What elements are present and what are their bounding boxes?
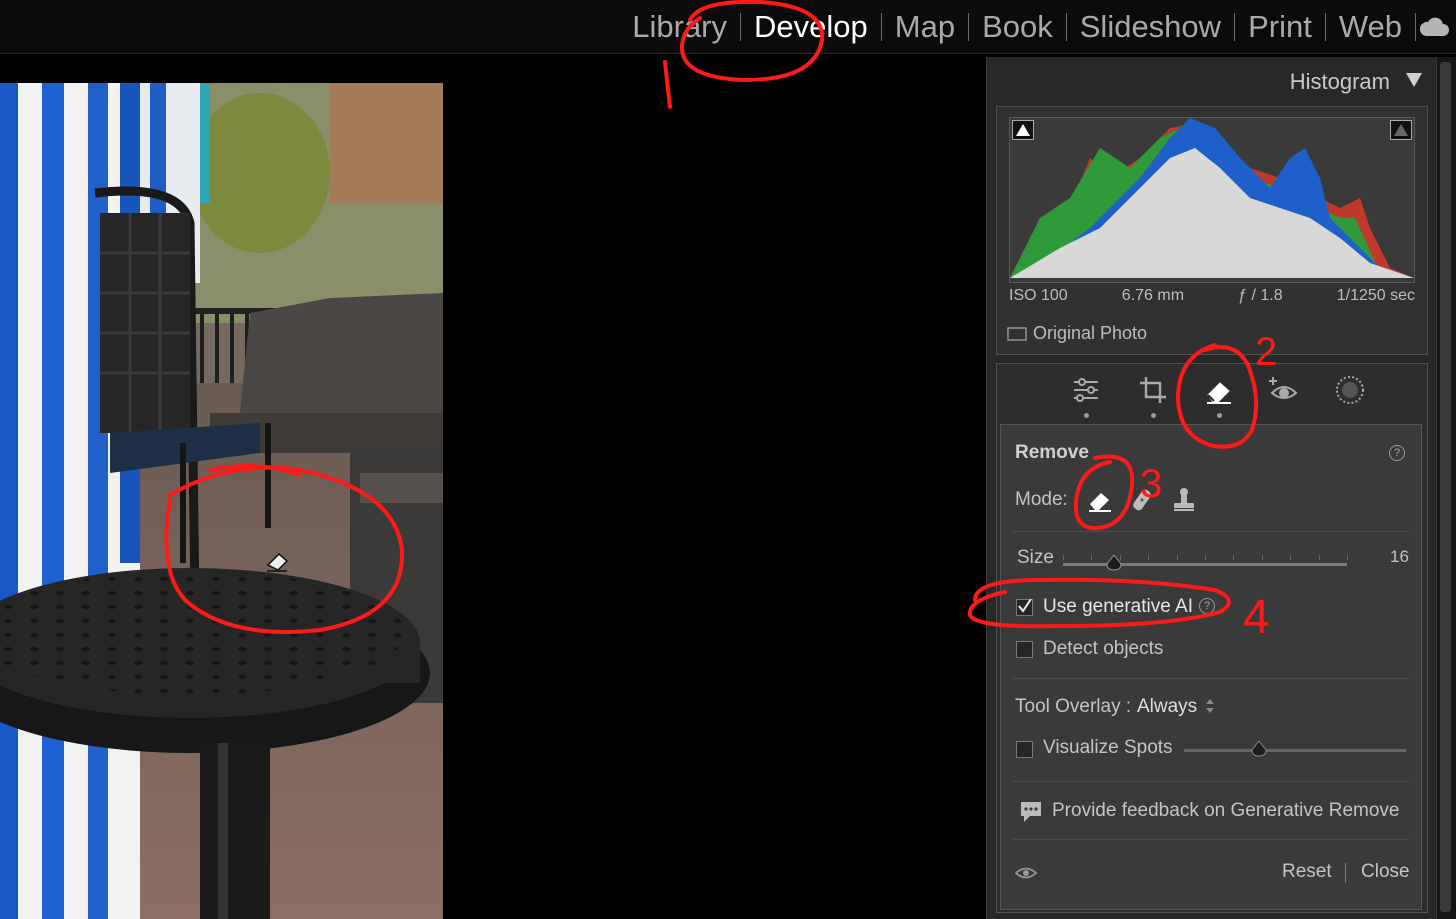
original-photo-toggle[interactable]: Original Photo <box>1007 323 1147 344</box>
visualize-spots-checkbox[interactable] <box>1016 741 1033 758</box>
slider-tick <box>1176 555 1178 560</box>
crop-icon[interactable] <box>1136 373 1170 407</box>
slider-tick <box>1290 555 1292 560</box>
masking-icon[interactable] <box>1333 373 1367 407</box>
photo-canvas[interactable] <box>0 83 443 919</box>
remove-eraser-icon[interactable] <box>1202 373 1236 407</box>
module-print[interactable]: Print <box>1235 0 1325 53</box>
photo-image <box>0 83 443 919</box>
tool-strip-panel: Remove ? Mode: Size 16 Use generative AI… <box>996 363 1428 913</box>
tool-dot <box>1151 413 1156 418</box>
eye-visibility-icon[interactable] <box>1014 865 1038 886</box>
original-photo-label: Original Photo <box>1033 323 1148 343</box>
histogram-header[interactable]: Histogram <box>987 57 1436 103</box>
tool-overlay-label: Tool Overlay : <box>1015 696 1132 717</box>
mode-label: Mode: <box>1015 489 1068 510</box>
use-generative-ai-checkbox[interactable] <box>1016 599 1033 616</box>
module-map[interactable]: Map <box>882 0 968 53</box>
button-separator <box>1345 863 1346 883</box>
reset-button[interactable]: Reset <box>1282 861 1332 883</box>
remove-panel: Remove ? Mode: Size 16 Use generative AI… <box>1000 424 1422 910</box>
visualize-spots-label[interactable]: Visualize Spots <box>1043 737 1173 759</box>
focal-length-value: 6.76 mm <box>1121 287 1185 304</box>
aperture-value: ƒ / 1.8 <box>1238 287 1283 304</box>
feedback-link[interactable]: Provide feedback on Generative Remove <box>1052 800 1399 822</box>
divider <box>1013 678 1409 679</box>
iso-value: ISO 100 <box>1009 287 1068 304</box>
divider <box>1013 839 1409 840</box>
detect-objects-checkbox[interactable] <box>1016 641 1033 658</box>
highlight-clipping-button[interactable] <box>1390 120 1412 140</box>
right-panel: Histogram ISO 100 6.76 mm ƒ / 1.8 1/1250… <box>986 57 1437 919</box>
edit-sliders-icon[interactable] <box>1069 373 1103 407</box>
module-picker-bar: Library Develop Map Book Slideshow Print… <box>0 0 1456 54</box>
size-label: Size <box>1017 547 1054 568</box>
slider-tick <box>1347 555 1348 560</box>
shutter-value: 1/1250 sec <box>1336 287 1415 304</box>
tool-dot <box>1084 413 1089 418</box>
scrollbar-thumb[interactable] <box>1440 62 1451 912</box>
module-develop[interactable]: Develop <box>741 0 881 53</box>
detect-objects-label[interactable]: Detect objects <box>1043 638 1163 660</box>
photo-frame-icon <box>1007 326 1027 341</box>
red-eye-icon[interactable] <box>1267 373 1301 407</box>
heal-mode-icon[interactable] <box>1129 487 1155 518</box>
slider-tick <box>1148 555 1150 560</box>
slider-tick <box>1063 555 1064 560</box>
histogram-graph[interactable] <box>1009 117 1415 283</box>
slider-tick <box>1261 555 1263 560</box>
module-book[interactable]: Book <box>969 0 1066 53</box>
clone-mode-icon[interactable] <box>1171 487 1197 518</box>
slider-tick <box>1318 555 1320 560</box>
cloud-icon[interactable] <box>1416 0 1452 53</box>
remove-mode-icon[interactable] <box>1087 487 1113 518</box>
module-slideshow[interactable]: Slideshow <box>1067 0 1234 53</box>
select-updown-icon[interactable] <box>1205 698 1215 719</box>
shadow-clipping-button[interactable] <box>1012 120 1034 140</box>
divider <box>1013 781 1409 782</box>
histogram-curves <box>1010 118 1414 278</box>
histogram-panel: ISO 100 6.76 mm ƒ / 1.8 1/1250 sec Origi… <box>996 106 1428 355</box>
use-generative-ai-label[interactable]: Use generative AI <box>1043 596 1193 618</box>
module-library[interactable]: Library <box>619 0 740 53</box>
size-value[interactable]: 16 <box>1390 547 1409 567</box>
collapse-triangle-icon[interactable] <box>1406 73 1422 87</box>
close-button[interactable]: Close <box>1361 861 1410 883</box>
remove-title: Remove <box>1015 442 1089 463</box>
annotation-number-1-stroke <box>663 60 672 109</box>
exif-info: ISO 100 6.76 mm ƒ / 1.8 1/1250 sec <box>1009 287 1415 305</box>
module-list: Library Develop Map Book Slideshow Print… <box>619 0 1456 53</box>
slider-tick <box>1233 555 1235 560</box>
generative-ai-help-icon[interactable]: ? <box>1199 598 1215 614</box>
tool-overlay-select[interactable]: Always <box>1137 696 1197 718</box>
feedback-bubble-icon[interactable] <box>1018 799 1044 830</box>
divider <box>1013 531 1409 532</box>
tool-strip <box>997 364 1427 424</box>
tool-dot <box>1217 413 1222 418</box>
slider-tick <box>1091 555 1093 560</box>
slider-tick <box>1205 555 1206 560</box>
visualize-spots-slider[interactable] <box>1184 749 1406 752</box>
module-web[interactable]: Web <box>1326 0 1415 53</box>
help-icon[interactable]: ? <box>1389 445 1405 461</box>
histogram-title: Histogram <box>1289 69 1390 94</box>
